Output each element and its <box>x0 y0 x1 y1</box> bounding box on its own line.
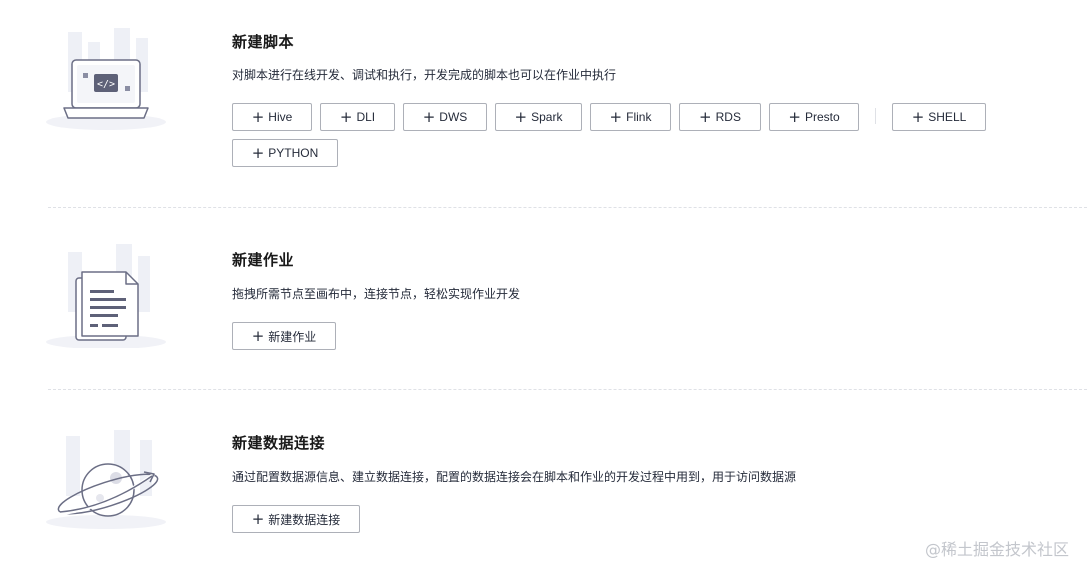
section-description: 通过配置数据源信息、建立数据连接，配置的数据连接会在脚本和作业的开发过程中用到，… <box>232 470 797 484</box>
plus-icon: + <box>251 509 265 528</box>
plus-icon: + <box>422 107 436 126</box>
new-data-connection-section: 新建数据连接 通过配置数据源信息、建立数据连接，配置的数据连接会在脚本和作业的开… <box>0 390 1087 578</box>
new-python-script-button[interactable]: + PYTHON <box>232 139 338 167</box>
plus-icon: + <box>339 107 353 126</box>
new-script-section: </> 新建脚本 对脚本进行在线开发、调试和执行，开发完成的脚本也可以在作业中执… <box>0 0 1087 208</box>
section-title: 新建作业 <box>232 251 295 269</box>
plus-icon: + <box>609 107 623 126</box>
new-job-button[interactable]: + 新建作业 <box>232 322 336 350</box>
new-job-section: 新建作业 拖拽所需节点至画布中，连接节点，轻松实现作业开发 + 新建作业 <box>0 208 1087 390</box>
new-dli-script-button[interactable]: + DLI <box>320 103 395 131</box>
plus-icon: + <box>699 107 712 126</box>
svg-text:</>: </> <box>97 79 115 90</box>
new-rds-script-button[interactable]: + RDS <box>679 103 761 131</box>
new-shell-script-button[interactable]: + SHELL <box>892 103 986 131</box>
new-presto-script-button[interactable]: + Presto <box>769 103 859 131</box>
new-spark-script-button[interactable]: + Spark <box>495 103 582 131</box>
laptop-code-icon: </> <box>44 24 170 134</box>
document-stack-icon <box>44 238 170 349</box>
new-hive-script-button[interactable]: + Hive <box>232 103 312 131</box>
section-title: 新建脚本 <box>232 33 295 51</box>
new-flink-script-button[interactable]: + Flink <box>590 103 671 131</box>
plus-icon: + <box>251 326 265 345</box>
plus-icon: + <box>911 107 925 126</box>
plus-icon: + <box>788 107 801 126</box>
plus-icon: + <box>251 107 265 126</box>
watermark: @稀土掘金技术社区 <box>924 540 1069 559</box>
section-title: 新建数据连接 <box>232 434 326 452</box>
planet-icon <box>44 420 170 530</box>
section-description: 对脚本进行在线开发、调试和执行，开发完成的脚本也可以在作业中执行 <box>232 68 617 82</box>
button-group-separator <box>875 108 876 124</box>
section-description: 拖拽所需节点至画布中，连接节点，轻松实现作业开发 <box>232 287 521 301</box>
plus-icon: + <box>514 107 528 126</box>
new-data-connection-button[interactable]: + 新建数据连接 <box>232 505 360 533</box>
new-dws-script-button[interactable]: + DWS <box>403 103 487 131</box>
plus-icon: + <box>251 143 265 162</box>
